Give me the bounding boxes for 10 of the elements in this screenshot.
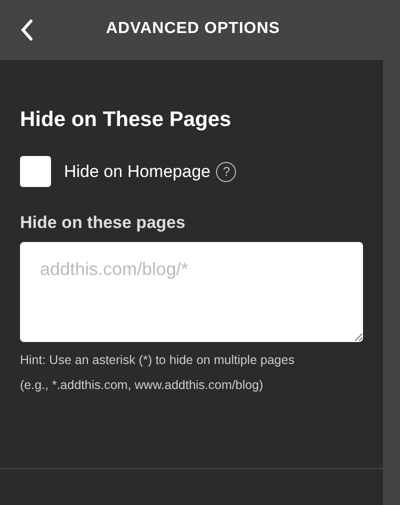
help-icon[interactable]: ? <box>216 162 236 182</box>
section-title: Hide on These Pages <box>20 108 232 132</box>
screen-title: ADVANCED OPTIONS <box>106 20 280 38</box>
hint-text: Hint: Use an asterisk (*) to hide on multiple pages <box>20 352 296 369</box>
chevron-left-icon <box>20 19 34 41</box>
field-label: Hide on these pages <box>20 213 186 233</box>
pages-input-field[interactable]: addthis.com/blog/* <box>20 242 363 342</box>
hint-text: (e.g., *.addthis.com, www.addthis.com/blog) <box>20 377 264 394</box>
checkbox[interactable] <box>20 156 51 187</box>
checkbox-label: Hide on Homepage <box>64 162 210 182</box>
